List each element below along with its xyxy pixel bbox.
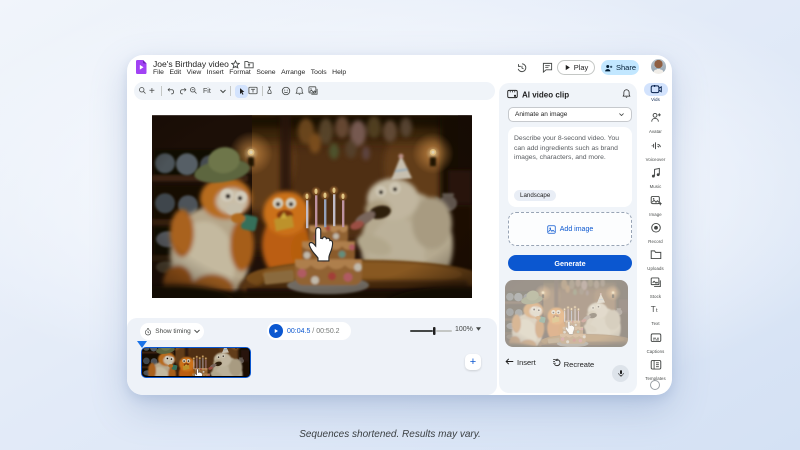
svg-text:T: T [650, 305, 655, 314]
svg-text:t: t [656, 308, 658, 314]
